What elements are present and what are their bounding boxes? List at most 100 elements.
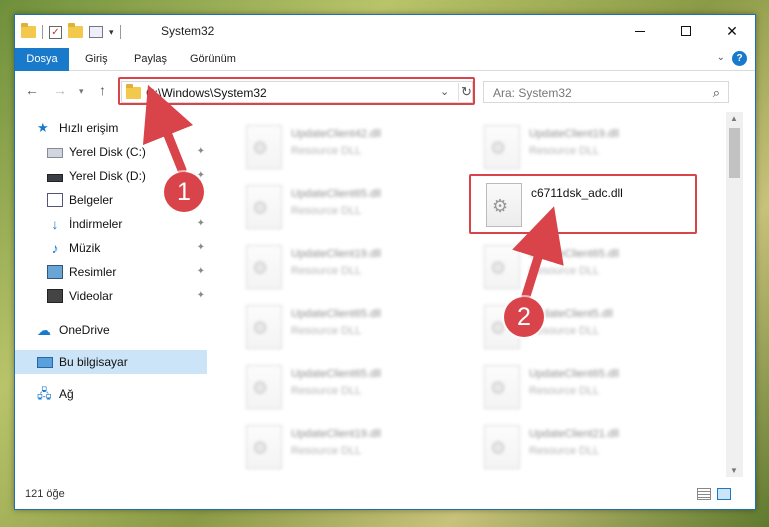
sidebar-item-label: Videolar xyxy=(69,289,113,303)
pin-icon[interactable]: ✦ xyxy=(197,146,205,157)
maximize-button[interactable] xyxy=(663,15,709,47)
file-tile[interactable]: UpdateClient65.dll Resource DLL xyxy=(468,238,698,294)
pictures-icon xyxy=(47,265,63,279)
sidebar-item-label: Müzik xyxy=(69,241,101,255)
music-icon: ♪ xyxy=(51,240,59,256)
file-list: UpdateClient42.dll Resource DLL UpdateCl… xyxy=(220,112,726,477)
file-tile[interactable]: UpdateClient19.dll Resource DLL xyxy=(230,418,460,474)
network-icon: 🖧 xyxy=(37,386,52,401)
file-tile[interactable]: UpdateClient42.dll Resource DLL xyxy=(230,118,460,174)
sidebar-item-downloads[interactable]: ↓ İndirmeler ✦ xyxy=(15,212,207,236)
pin-icon[interactable]: ✦ xyxy=(197,290,205,301)
file-name: UpdateClient65.dll xyxy=(291,368,381,380)
file-tile[interactable]: UpdateClient19.dll Resource DLL xyxy=(468,118,698,174)
up-arrow-icon[interactable]: ↑ xyxy=(99,82,106,98)
file-tile[interactable]: UpdateClient65.dll Resource DLL xyxy=(230,178,460,234)
help-icon[interactable]: ? xyxy=(732,51,747,66)
toolbar-separator xyxy=(42,25,43,39)
minimize-button[interactable] xyxy=(617,15,663,47)
onedrive-icon: ☁ xyxy=(37,322,51,338)
close-icon: ✕ xyxy=(726,22,738,39)
dll-file-icon xyxy=(246,425,282,469)
search-icon[interactable]: ⌕ xyxy=(713,85,720,101)
file-name: UpdateClient65.dll xyxy=(291,188,381,200)
file-name: UpdateClient42.dll xyxy=(291,128,381,140)
file-type: Resource DLL xyxy=(291,325,362,337)
file-name: UpdateClient19.dll xyxy=(291,248,381,260)
sidebar-item-label: Ağ xyxy=(59,387,74,401)
file-name: UpdateClient65.dll xyxy=(529,368,619,380)
file-name: UpdateClient21.dll xyxy=(529,428,619,440)
file-explorer-window: ✓ ▾ System32 ✕ Dosya Giriş Paylaş Görünü… xyxy=(14,14,756,510)
sidebar-item-onedrive[interactable]: ☁ OneDrive xyxy=(15,318,207,342)
sidebar-item-pictures[interactable]: Resimler ✦ xyxy=(15,260,207,284)
documents-icon xyxy=(47,193,63,207)
scroll-thumb[interactable] xyxy=(729,128,740,178)
computer-icon xyxy=(37,356,53,368)
address-highlight-box xyxy=(118,77,475,105)
toolbar-separator xyxy=(119,25,121,39)
file-tile[interactable]: UpdateClient65.dll Resource DLL xyxy=(230,298,460,354)
download-icon: ↓ xyxy=(51,216,59,232)
file-tile[interactable]: UpdateClient5.dll Resource DLL xyxy=(468,298,698,354)
scroll-up-icon[interactable]: ▲ xyxy=(730,114,738,123)
sidebar-item-videos[interactable]: Videolar ✦ xyxy=(15,284,207,308)
tab-share[interactable]: Paylaş xyxy=(122,48,179,71)
sidebar-item-label: OneDrive xyxy=(59,323,110,337)
close-button[interactable]: ✕ xyxy=(709,15,755,47)
sidebar-item-network[interactable]: 🖧 Ağ xyxy=(15,382,207,406)
large-icons-view-icon[interactable] xyxy=(717,488,731,500)
pin-icon[interactable]: ✦ xyxy=(197,218,205,229)
tab-view[interactable]: Görünüm xyxy=(178,48,248,71)
status-bar: 121 öğe xyxy=(15,481,755,509)
file-tile[interactable]: UpdateClient19.dll Resource DLL xyxy=(230,238,460,294)
file-tile[interactable]: UpdateClient21.dll Resource DLL xyxy=(468,418,698,474)
file-name: UpdateClient19.dll xyxy=(529,128,619,140)
sidebar-item-music[interactable]: ♪ Müzik ✦ xyxy=(15,236,207,260)
expand-ribbon-icon[interactable]: ⌄ xyxy=(717,52,725,63)
file-type: Resource DLL xyxy=(291,145,362,157)
file-type: Resource DLL xyxy=(291,385,362,397)
dll-file-icon xyxy=(484,365,520,409)
minimize-icon xyxy=(635,30,645,32)
details-view-icon[interactable] xyxy=(697,488,711,500)
sidebar-item-label: Yerel Disk (D:) xyxy=(69,169,146,183)
search-input[interactable]: Ara: System32 ⌕ xyxy=(483,81,729,103)
dll-file-icon xyxy=(246,125,282,169)
title-bar: ✓ ▾ System32 ✕ xyxy=(15,15,755,47)
properties-check-icon[interactable]: ✓ xyxy=(49,25,62,39)
sidebar-item-label: Bu bilgisayar xyxy=(59,355,128,369)
file-tile[interactable]: UpdateClient65.dll Resource DLL xyxy=(230,358,460,414)
file-type: Resource DLL xyxy=(529,265,600,277)
forward-arrow-icon[interactable]: → xyxy=(53,82,67,98)
dll-file-icon xyxy=(246,245,282,289)
new-folder-icon[interactable] xyxy=(68,23,83,38)
file-type: Resource DLL xyxy=(291,445,362,457)
file-name: UpdateClient65.dll xyxy=(291,308,381,320)
recent-locations-icon[interactable]: ▾ xyxy=(79,86,84,97)
sidebar-item-label: Belgeler xyxy=(69,193,114,207)
sidebar-item-local-disk-c[interactable]: Yerel Disk (C:) ✦ xyxy=(15,140,207,164)
sidebar-item-this-pc[interactable]: Bu bilgisayar xyxy=(15,350,207,374)
navigation-pane: ★ Hızlı erişim Yerel Disk (C:) ✦ Yerel D… xyxy=(15,112,207,477)
tab-file[interactable]: Dosya xyxy=(15,48,69,71)
pin-icon[interactable]: ✦ xyxy=(197,266,205,277)
sidebar-item-quick-access[interactable]: ★ Hızlı erişim xyxy=(15,116,207,140)
item-count: 121 öğe xyxy=(25,488,65,500)
drive-icon xyxy=(47,173,63,182)
pin-icon[interactable]: ✦ xyxy=(197,242,205,253)
tab-home[interactable]: Giriş xyxy=(73,48,120,71)
dll-file-icon xyxy=(246,185,282,229)
back-arrow-icon[interactable]: ← xyxy=(25,82,39,98)
vertical-scrollbar[interactable]: ▲ ▼ xyxy=(726,112,743,477)
callout-step-2: 2 xyxy=(504,297,544,337)
sidebar-item-label: Yerel Disk (C:) xyxy=(69,145,146,159)
quick-access-dropdown-icon[interactable]: ▾ xyxy=(109,27,114,38)
file-tile[interactable]: UpdateClient65.dll Resource DLL xyxy=(468,358,698,414)
file-type: Resource DLL xyxy=(291,205,362,217)
scroll-down-icon[interactable]: ▼ xyxy=(730,466,738,475)
view-properties-icon[interactable] xyxy=(89,26,103,38)
dll-file-icon xyxy=(246,305,282,349)
target-file-highlight-box xyxy=(469,174,697,234)
star-icon: ★ xyxy=(37,120,49,135)
